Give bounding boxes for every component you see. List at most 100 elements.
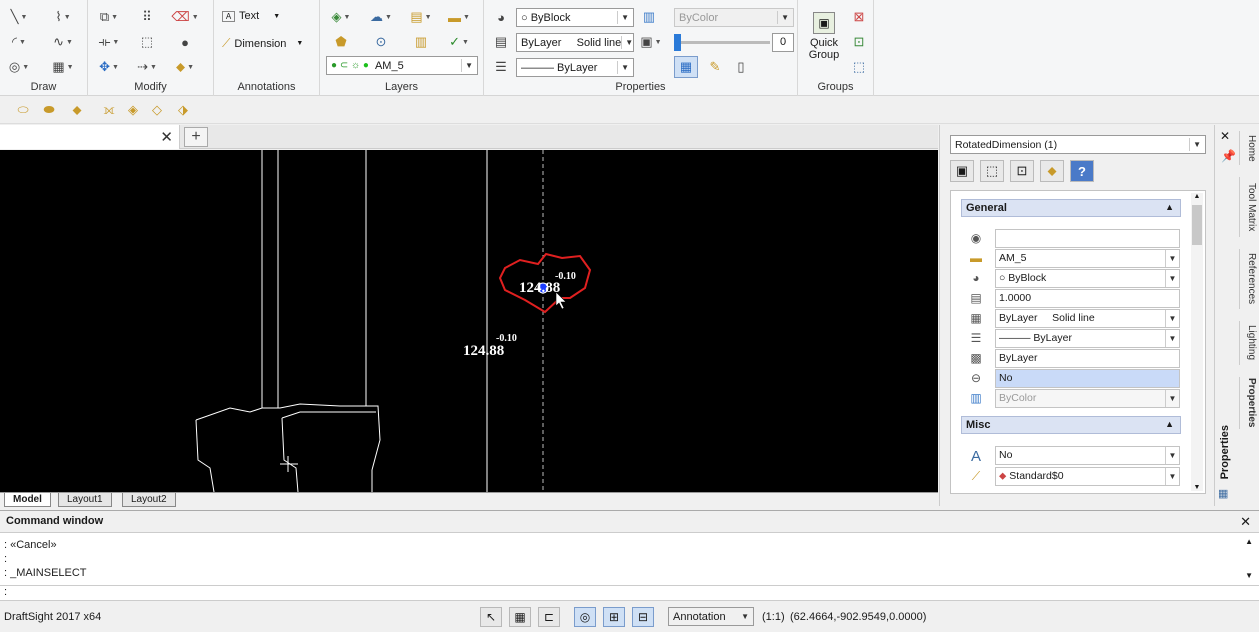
layer-field[interactable]: AM_5 ▼ <box>995 249 1180 268</box>
transparency-icon[interactable]: ▣ ▼ <box>640 33 662 51</box>
quick-group-button[interactable]: ▣ Quick Group <box>804 12 844 61</box>
side-tab-home[interactable]: Home <box>1239 131 1257 165</box>
side-tab-lighting[interactable]: Lighting <box>1239 321 1257 365</box>
hatch-tool-icon[interactable]: ▦ ▼ <box>52 58 74 76</box>
pencil-tool-icon[interactable]: ⬗ <box>172 101 194 119</box>
close-icon[interactable]: ✕ <box>1220 129 1230 143</box>
command-scroll-up-icon[interactable]: ▲ <box>1245 537 1253 546</box>
command-scroll-down-icon[interactable]: ▼ <box>1245 571 1253 580</box>
scrollbar-thumb[interactable] <box>1192 205 1202 245</box>
layer-properties-icon[interactable]: ▤ ▼ <box>410 8 432 26</box>
transparency-input[interactable]: 0 <box>772 33 794 52</box>
diamond-tool-icon[interactable]: ◈ <box>122 101 144 119</box>
etrack-toggle-icon[interactable]: ⊟ <box>632 607 654 627</box>
annotation-scale-select[interactable]: Annotation ▼ <box>668 607 754 626</box>
circle-tool-icon[interactable]: ◎ ▼ <box>8 58 30 76</box>
arc-tool-icon[interactable]: ◜ ▼ <box>8 33 30 51</box>
side-tab-tool-matrix[interactable]: Tool Matrix <box>1239 177 1257 237</box>
dimension-button[interactable]: ⟋ Dimension ▼ <box>222 36 303 51</box>
copy-tool-icon[interactable]: ⧉ ▼ <box>98 8 120 26</box>
snap-toggle-icon[interactable]: ↖ <box>480 607 502 627</box>
transparency-slider[interactable] <box>674 34 770 51</box>
layer-walk-icon[interactable]: ⊙ <box>370 33 392 51</box>
properties-list[interactable]: General ▲ ◉ ▬ AM_5 ▼ ◕ ○ ByBlock ▼ ▤ 1.000… <box>950 190 1206 494</box>
esnap-toggle-icon[interactable]: ⊞ <box>603 607 625 627</box>
select-all-icon[interactable]: ▣ <box>950 160 974 182</box>
drawing-canvas[interactable]: 124.88 -0.10 124.88 -0.10 <box>0 150 938 492</box>
print-style-select[interactable]: ByColor ▼ <box>674 8 794 27</box>
document-tab[interactable]: ✕ <box>0 125 180 149</box>
color-palette-icon[interactable]: ▥ <box>638 8 660 26</box>
layer-match-icon[interactable]: ▥ <box>410 33 432 51</box>
explode-tool-icon[interactable]: ● <box>174 33 196 51</box>
plane-tool-icon[interactable]: ⬭ <box>12 101 34 119</box>
panel-settings-icon[interactable]: ▦ <box>1218 487 1228 500</box>
comment-field[interactable] <box>995 229 1180 248</box>
linestyle-select[interactable]: ByLayer Solid line ▼ <box>516 33 634 52</box>
dimension-text-selected[interactable]: 124.88 <box>519 280 560 297</box>
edit-group-icon[interactable]: ⊡ <box>848 33 870 51</box>
add-tab-button[interactable]: + <box>184 127 208 147</box>
layer-previous-icon[interactable]: ▬ ▼ <box>448 8 470 26</box>
plane-tool-3-icon[interactable]: ⬥ <box>66 101 88 119</box>
select-objects-icon[interactable]: ⬚ <box>980 160 1004 182</box>
polar-toggle-icon[interactable]: ◎ <box>574 607 596 627</box>
plane-tool-2-icon[interactable]: ⬬ <box>38 101 60 119</box>
properties-list-icon[interactable]: ▯ <box>730 58 752 76</box>
match-properties-icon[interactable]: ✎ <box>704 58 726 76</box>
dimension-style-field[interactable]: ⬥ Standard$0 ▼ <box>995 467 1180 486</box>
side-tab-references[interactable]: References <box>1239 249 1257 309</box>
offset-tool-icon[interactable]: ⬚ <box>136 33 158 51</box>
quick-select-icon[interactable]: ⊡ <box>1010 160 1034 182</box>
text-button[interactable]: A Text ▼ <box>222 10 280 22</box>
toggle-pickadd-icon[interactable]: ⬥ <box>1040 160 1064 182</box>
pattern-tool-icon[interactable]: ⠿ <box>136 8 158 26</box>
close-icon[interactable]: ✕ <box>160 128 173 146</box>
ortho-toggle-icon[interactable]: ⊏ <box>538 607 560 627</box>
tab-model[interactable]: Model <box>4 493 51 507</box>
lineweight-select[interactable]: ——— ByLayer ▼ <box>516 58 634 77</box>
general-section-header[interactable]: General ▲ <box>961 199 1181 217</box>
side-tab-properties[interactable]: Properties <box>1239 377 1257 429</box>
diamond-tool-2-icon[interactable]: ◇ <box>146 101 168 119</box>
print-style-field[interactable]: ByColor ▼ <box>995 389 1180 408</box>
tab-layout2[interactable]: Layout2 <box>122 493 176 507</box>
transparency-field[interactable]: ByLayer <box>995 349 1180 368</box>
layer-state-icon[interactable]: ☁ ▼ <box>370 8 392 26</box>
color-select[interactable]: ○ ByBlock ▼ <box>516 8 634 27</box>
linestyle-field[interactable]: ByLayer Solid line ▼ <box>995 309 1180 328</box>
ungroup-icon[interactable]: ⊠ <box>848 8 870 26</box>
transparency-slider-thumb[interactable] <box>674 34 681 51</box>
color-field[interactable]: ○ ByBlock ▼ <box>995 269 1180 288</box>
current-layer-select[interactable]: ● ⊂ ☼ ● AM_5 ▼ <box>326 56 478 75</box>
polyline-tool-icon[interactable]: ⌇ ▼ <box>52 8 74 26</box>
hyperlink-field[interactable]: No <box>995 369 1180 388</box>
close-icon[interactable]: ✕ <box>1240 514 1251 530</box>
drawing-svg[interactable] <box>0 150 938 492</box>
misc-section-header[interactable]: Misc ▲ <box>961 416 1181 434</box>
group-selection-icon[interactable]: ⬚ <box>848 58 870 76</box>
layer-isolate-icon[interactable]: ⬟ <box>330 33 352 51</box>
line-tool-icon[interactable]: ╲ ▼ <box>8 8 30 26</box>
annotative-field[interactable]: No ▼ <box>995 446 1180 465</box>
layer-manager-icon[interactable]: ◈ ▼ <box>330 8 352 26</box>
tab-layout1[interactable]: Layout1 <box>58 493 112 507</box>
stretch-tool-icon[interactable]: ⇢ ▼ <box>136 58 158 76</box>
grid-toggle-icon[interactable]: ▦ <box>509 607 531 627</box>
erase-tool-icon[interactable]: ⌫ ▼ <box>171 8 198 26</box>
properties-scrollbar[interactable]: ▲ ▼ <box>1191 193 1203 491</box>
help-icon[interactable]: ? <box>1070 160 1094 182</box>
scroll-down-icon[interactable]: ▼ <box>1191 484 1203 491</box>
selection-select[interactable]: RotatedDimension (1) ▼ <box>950 135 1206 154</box>
scroll-up-icon[interactable]: ▲ <box>1191 193 1203 200</box>
trim-tool-icon[interactable]: ⟛ ▼ <box>98 33 120 51</box>
spline-tool-icon[interactable]: ∿ ▼ <box>52 33 74 51</box>
pin-icon[interactable]: 📌 <box>1221 149 1236 163</box>
layer-check-icon[interactable]: ✓ ▼ <box>448 33 470 51</box>
properties-paint-icon[interactable]: ⬥ ▼ <box>174 58 196 76</box>
mirror-tool-icon[interactable]: ⟗ <box>98 101 120 119</box>
dimension-text[interactable]: 124.88 <box>463 343 504 360</box>
move-tool-icon[interactable]: ✥ ▼ <box>98 58 120 76</box>
lineweight-field[interactable]: ——— ByLayer ▼ <box>995 329 1180 348</box>
command-input[interactable]: : <box>0 585 1259 601</box>
